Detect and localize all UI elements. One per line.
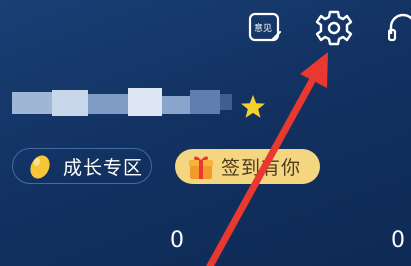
gear-icon[interactable]: [313, 7, 355, 49]
growth-zone-button[interactable]: 成长专区: [12, 148, 152, 184]
growth-zone-label: 成长专区: [63, 156, 144, 179]
stat-value[interactable]: 0: [391, 228, 405, 253]
feedback-label: 意见: [254, 22, 272, 34]
gift-icon: [189, 156, 213, 179]
stat-value[interactable]: 0: [170, 228, 184, 253]
feedback-icon[interactable]: 意见: [247, 10, 283, 46]
star-icon: [240, 94, 266, 120]
username-blurred: [12, 86, 232, 126]
checkin-button[interactable]: 签到有你: [175, 149, 320, 184]
bean-icon: [30, 155, 50, 179]
headset-icon[interactable]: [387, 12, 411, 48]
checkin-label: 签到有你: [221, 157, 302, 179]
